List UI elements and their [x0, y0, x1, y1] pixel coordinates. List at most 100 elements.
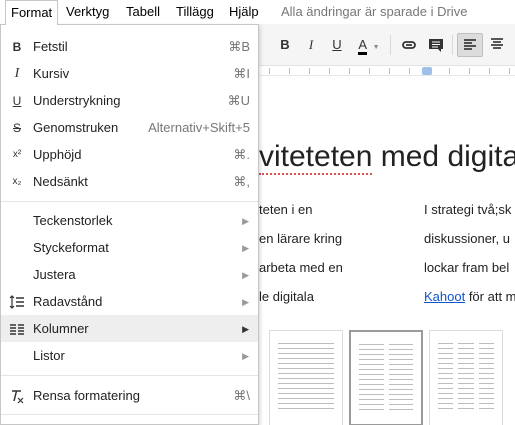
menu-item-subscript[interactable]: x₂ Nedsänkt ⌘,: [1, 168, 258, 195]
ruler-tick: [449, 68, 450, 74]
text-column-2: I strategi två;sk diskussioner, u lockar…: [424, 195, 515, 311]
menu-item-paragraph-styles[interactable]: Styckeformat ▶: [1, 234, 258, 261]
italic-icon: I: [14, 66, 20, 81]
bold-button[interactable]: B: [278, 36, 292, 54]
text-line: le digitala: [259, 289, 314, 304]
misspelled-word[interactable]: viteteten: [259, 140, 373, 175]
menu-bar: Format Verktyg Tabell Tillägg Hjälp Alla…: [0, 0, 515, 25]
heading-rest: med digita: [372, 140, 515, 173]
align-left-icon: [464, 39, 476, 50]
menu-item-bold[interactable]: B Fetstil ⌘B: [1, 33, 258, 60]
submenu-arrow-icon: ▶: [242, 270, 249, 280]
menu-item-shortcut: ⌘,: [233, 174, 250, 189]
ruler-tick: [309, 68, 310, 74]
menu-hjalp[interactable]: Hjälp: [229, 4, 259, 19]
menu-verktyg[interactable]: Verktyg: [66, 4, 109, 19]
menu-item-clear-formatting[interactable]: Rensa formatering ⌘\: [1, 382, 258, 409]
menu-item-line-spacing[interactable]: Radavstånd ▶: [1, 288, 258, 315]
text-color-button[interactable]: A ▼: [355, 36, 383, 55]
ruler-tick: [369, 68, 370, 74]
document-heading: viteteten med digita: [259, 140, 515, 175]
one-column-option[interactable]: [269, 330, 343, 425]
ruler-tick: [329, 68, 330, 74]
bold-icon: B: [12, 40, 22, 54]
ruler-tick: [269, 68, 270, 74]
menu-item-shortcut: Alternativ+Skift+5: [148, 120, 250, 135]
kahoot-link[interactable]: Kahoot: [424, 289, 465, 304]
menu-item-label: Nedsänkt: [33, 174, 88, 189]
underline-button[interactable]: U: [330, 36, 344, 54]
toolbar-divider: [452, 35, 453, 55]
align-center-button[interactable]: [487, 36, 507, 54]
menu-item-italic[interactable]: I Kursiv ⌘I: [1, 60, 258, 87]
three-columns-option[interactable]: [429, 330, 503, 425]
columns-options-panel: [259, 312, 515, 425]
menu-tabell[interactable]: Tabell: [126, 4, 160, 19]
text-fragment: för att m: [465, 289, 515, 304]
line-spacing-icon: [9, 294, 25, 310]
menu-item-lists[interactable]: Listor ▶: [1, 342, 258, 369]
menu-item-label: Upphöjd: [33, 147, 82, 162]
menu-item-shortcut: ⌘B: [228, 39, 250, 54]
text-line: diskussioner, u: [424, 231, 510, 246]
menu-format[interactable]: Format: [5, 0, 59, 25]
menu-item-shortcut: ⌘\: [233, 388, 250, 403]
ruler-tick: [349, 68, 350, 74]
menu-item-label: Kolumner: [33, 321, 89, 336]
format-menu: B Fetstil ⌘B I Kursiv ⌘I U Understryknin…: [0, 24, 259, 425]
menu-item-label: Justera: [33, 267, 76, 282]
submenu-arrow-icon: ▶: [242, 243, 249, 253]
clear-formatting-icon: [9, 388, 25, 404]
menu-item-label: Fetstil: [33, 39, 68, 54]
strikethrough-icon: S: [12, 121, 21, 135]
indent-marker[interactable]: [422, 67, 432, 75]
submenu-arrow-icon: ▶: [242, 324, 249, 334]
text-line: Kahoot för att m: [424, 282, 515, 311]
menu-item-shortcut: ⌘I: [233, 66, 250, 81]
menu-tillagg[interactable]: Tillägg: [176, 4, 214, 19]
formatting-toolbar: B I U A ▼: [259, 24, 515, 66]
menu-item-font-size[interactable]: Teckenstorlek ▶: [1, 207, 258, 234]
column-lines: [438, 343, 494, 413]
submenu-arrow-icon: ▶: [242, 351, 249, 361]
menu-item-label: Rensa formatering: [33, 388, 140, 403]
menu-item-align[interactable]: Justera ▶: [1, 261, 258, 288]
menu-divider: [1, 201, 258, 202]
menu-item-label: Kursiv: [33, 66, 70, 81]
menu-item-label: Styckeformat: [33, 240, 109, 255]
ruler-tick: [389, 68, 390, 74]
ruler-tick: [409, 68, 410, 74]
document-page[interactable]: viteteten med digita teten i en en lärar…: [259, 77, 515, 425]
menu-item-shortcut: ⌘.: [233, 147, 250, 162]
menu-item-superscript[interactable]: x² Upphöjd ⌘.: [1, 141, 258, 168]
submenu-arrow-icon: ▶: [242, 216, 249, 226]
chevron-down-icon: ▼: [372, 44, 380, 51]
two-columns-option[interactable]: [349, 330, 423, 425]
menu-item-columns[interactable]: Kolumner ▶: [1, 315, 258, 342]
column-lines: [359, 344, 413, 414]
menu-item-underline[interactable]: U Understrykning ⌘U: [1, 87, 258, 114]
italic-button[interactable]: I: [304, 36, 318, 54]
link-button[interactable]: [399, 36, 419, 54]
menu-item-label: Understrykning: [33, 93, 121, 108]
subscript-icon: x₂: [12, 176, 22, 187]
submenu-arrow-icon: ▶: [242, 297, 249, 307]
ruler[interactable]: [259, 66, 515, 76]
menu-divider: [1, 375, 258, 376]
ruler-tick: [489, 68, 490, 74]
menu-item-label: Radavstånd: [33, 294, 103, 309]
save-status: Alla ändringar är sparade i Drive: [281, 4, 468, 19]
ruler-tick: [509, 68, 510, 74]
columns-icon: [9, 321, 25, 337]
ruler-tick: [289, 68, 290, 74]
menu-item-label: Genomstruken: [33, 120, 119, 135]
text-line: arbeta med en: [259, 260, 343, 275]
menu-item-label: Listor: [33, 348, 65, 363]
comment-icon: [429, 39, 443, 52]
text-color-label: A: [358, 38, 368, 55]
align-left-button[interactable]: [457, 33, 483, 57]
comment-button[interactable]: [426, 36, 446, 54]
text-line: en lärare kring: [259, 231, 343, 246]
text-column-1: teten i en en lärare kring arbeta med en…: [259, 195, 343, 311]
menu-item-strikethrough[interactable]: S Genomstruken Alternativ+Skift+5: [1, 114, 258, 141]
